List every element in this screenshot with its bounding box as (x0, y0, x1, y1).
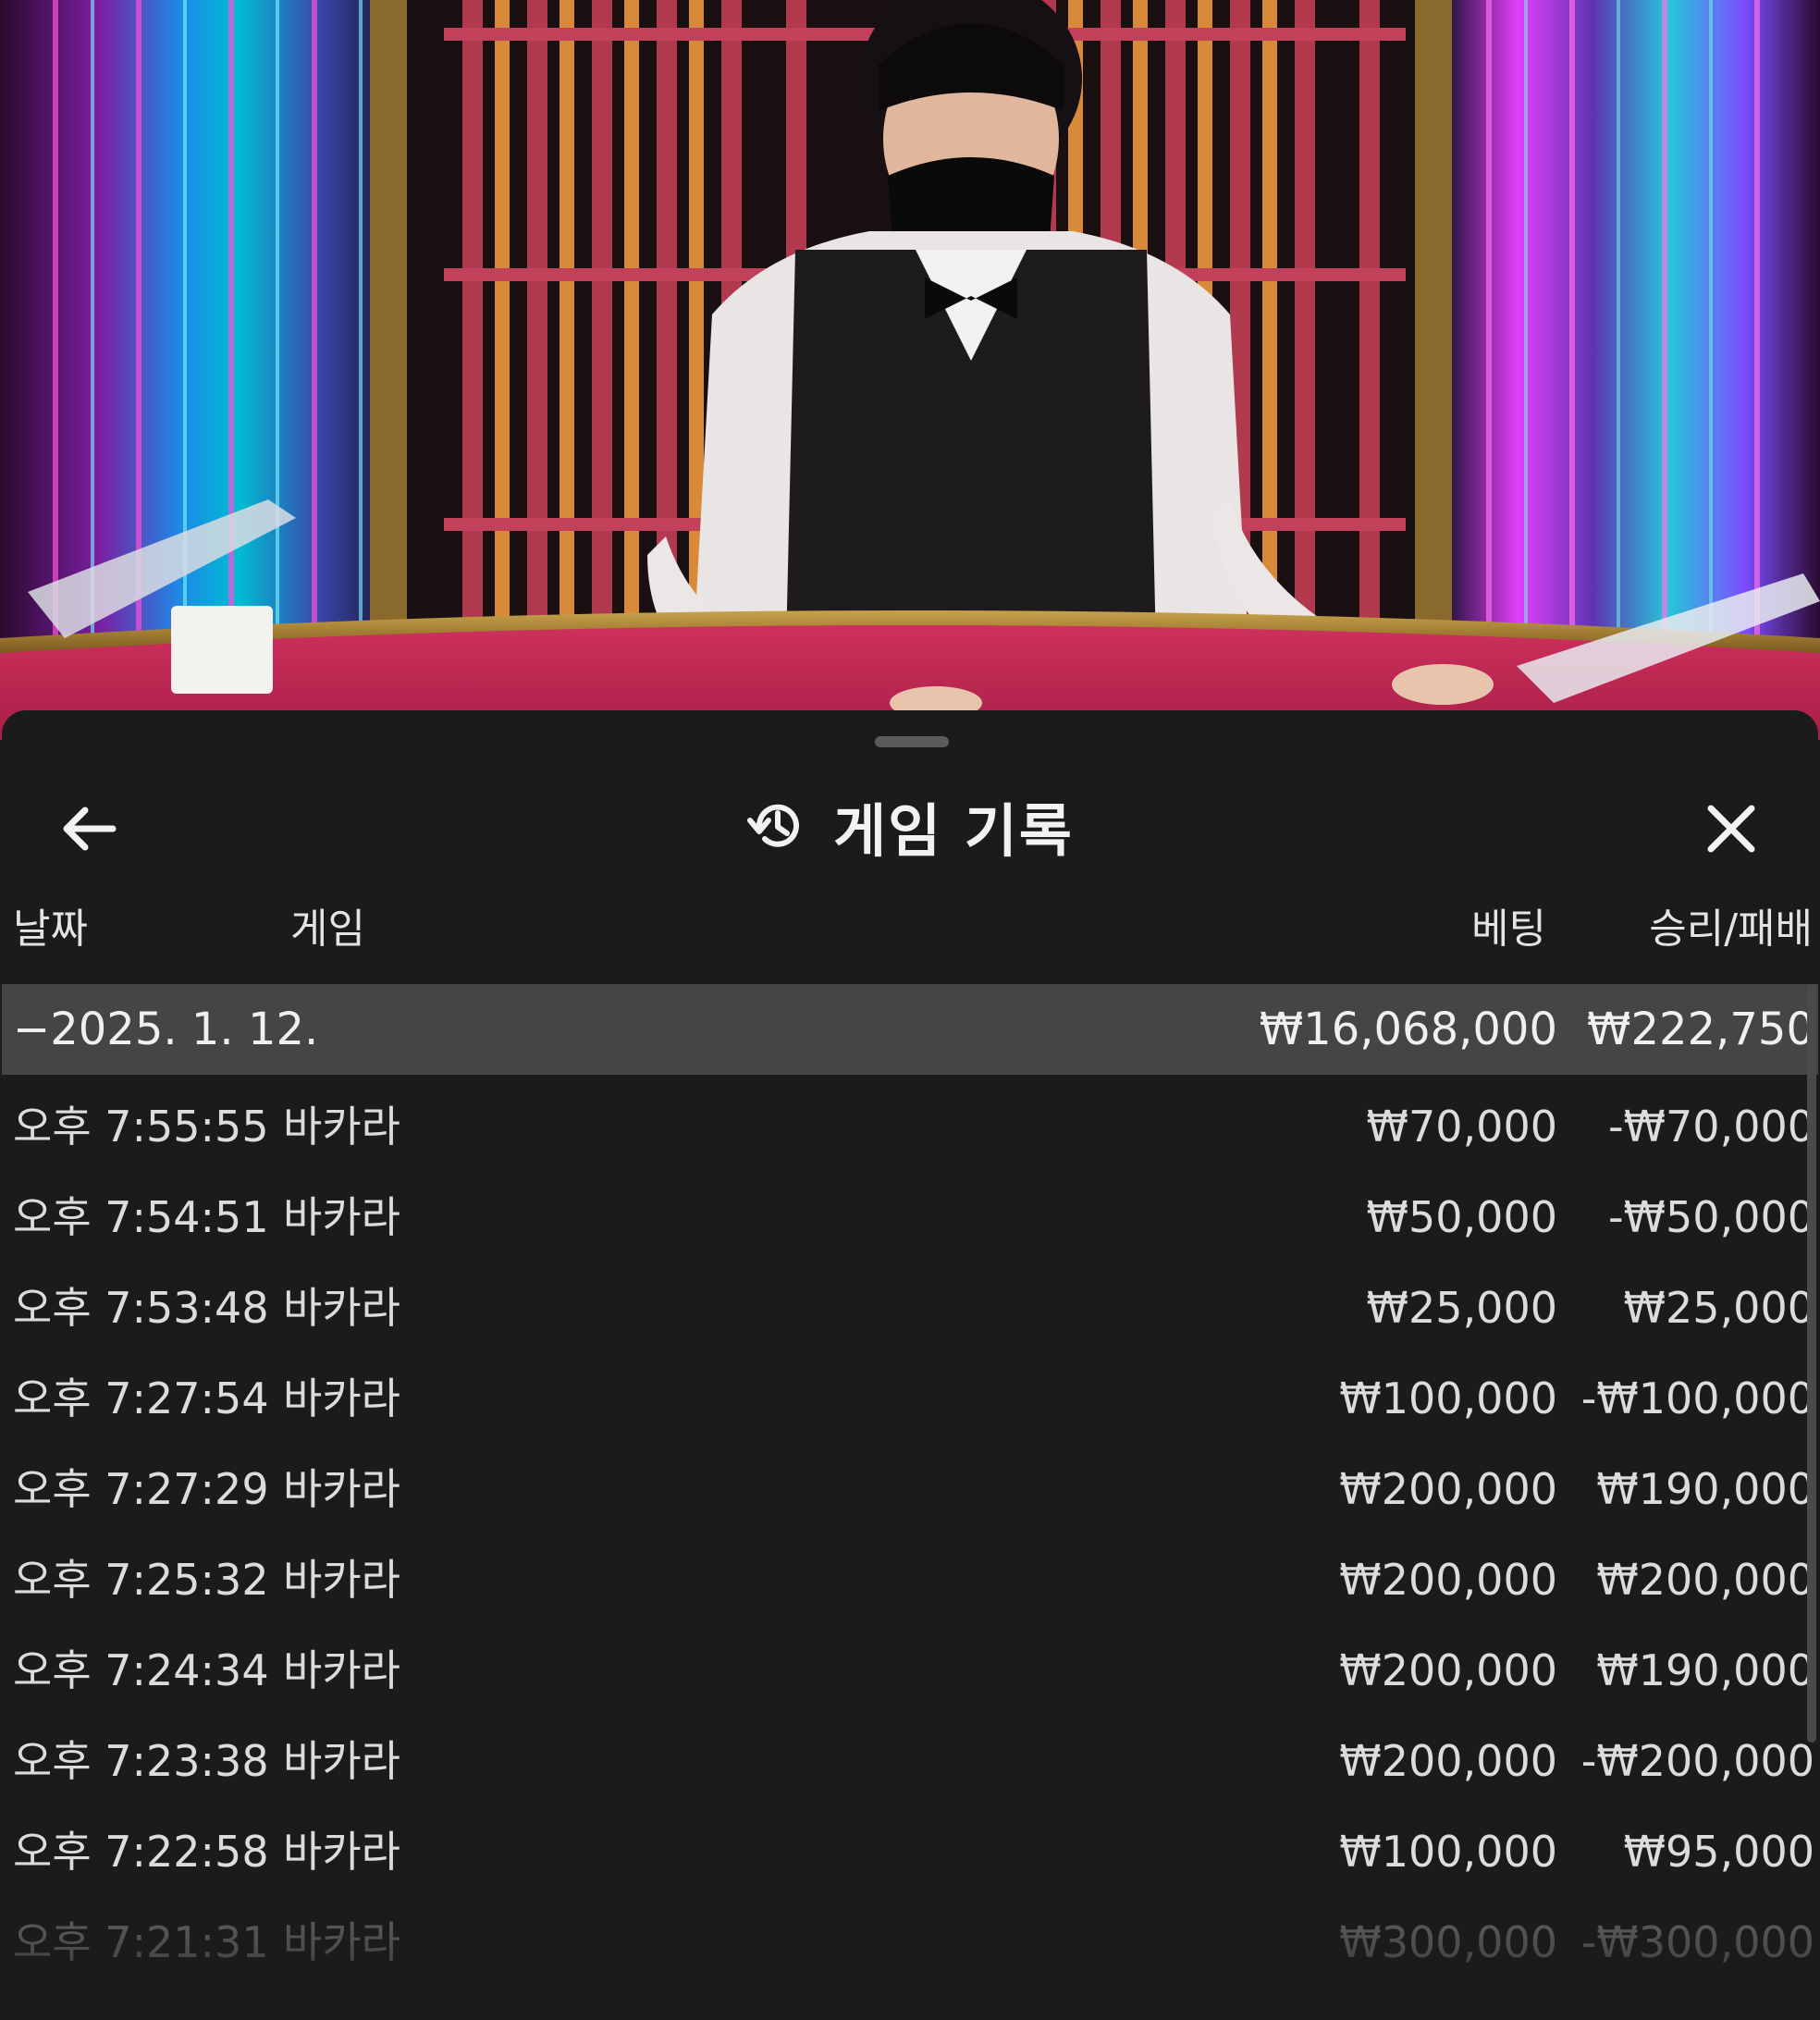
row-time: 오후 7:21:31 (13, 1917, 269, 1967)
row-game: 바카라 (283, 1645, 400, 1695)
row-time: 오후 7:27:54 (13, 1373, 269, 1423)
scrollbar[interactable] (1807, 984, 1816, 1743)
table-row[interactable]: 오후 7:21:31 바카라 ₩300,000 -₩300,000 (2, 1897, 1818, 1988)
table-row[interactable]: 오후 7:24:34 바카라 ₩200,000 ₩190,000 (2, 1625, 1818, 1716)
row-win-loss: ₩190,000 (1596, 1464, 1814, 1514)
row-bet: ₩100,000 (1339, 1827, 1557, 1877)
row-game: 바카라 (283, 1827, 400, 1877)
row-bet: ₩200,000 (1339, 1736, 1557, 1786)
table-row[interactable]: 오후 7:54:51 바카라 ₩50,000 -₩50,000 (2, 1172, 1818, 1262)
date-group-row[interactable]: −2025. 1. 12. ₩16,068,000 ₩222,750 (2, 984, 1818, 1075)
row-game: 바카라 (283, 1192, 400, 1242)
column-header-bet[interactable]: 베팅 (1471, 902, 1546, 957)
title-group: 게임 기록 (2, 766, 1818, 886)
table-row[interactable]: 오후 7:27:29 바카라 ₩200,000 ₩190,000 (2, 1444, 1818, 1534)
group-bet-total: ₩16,068,000 (1259, 1004, 1557, 1055)
row-game: 바카라 (283, 1283, 400, 1333)
row-win-loss: -₩50,000 (1607, 1192, 1814, 1242)
group-date: −2025. 1. 12. (13, 1004, 319, 1055)
row-win-loss: ₩95,000 (1623, 1827, 1814, 1877)
row-bet: ₩300,000 (1339, 1917, 1557, 1967)
row-bet: ₩25,000 (1366, 1283, 1557, 1333)
close-x-icon (1707, 805, 1755, 853)
column-header-date[interactable]: 날짜 (13, 902, 88, 957)
row-bet: ₩70,000 (1366, 1102, 1557, 1152)
row-time: 오후 7:25:32 (13, 1555, 269, 1605)
row-win-loss: -₩300,000 (1580, 1917, 1814, 1967)
row-game: 바카라 (283, 1555, 400, 1605)
row-time: 오후 7:53:48 (13, 1283, 269, 1333)
arrow-left-icon (63, 807, 117, 851)
back-button[interactable] (52, 792, 126, 866)
row-time: 오후 7:22:58 (13, 1827, 269, 1877)
row-time: 오후 7:55:55 (13, 1102, 269, 1152)
live-dealer-video (0, 0, 1820, 740)
history-table: −2025. 1. 12. ₩16,068,000 ₩222,750 오후 7:… (2, 984, 1818, 2020)
table-row[interactable]: 오후 7:55:55 바카라 ₩70,000 -₩70,000 (2, 1081, 1818, 1172)
table-row[interactable]: 오후 7:23:38 바카라 ₩200,000 -₩200,000 (2, 1716, 1818, 1806)
row-bet: ₩50,000 (1366, 1192, 1557, 1242)
row-win-loss: -₩70,000 (1607, 1102, 1814, 1152)
row-win-loss: ₩25,000 (1623, 1283, 1814, 1333)
column-header-win-loss[interactable]: 승리/패배 (1649, 902, 1813, 957)
row-time: 오후 7:27:29 (13, 1464, 269, 1514)
dealer-scene-illustration (0, 0, 1820, 740)
row-win-loss: -₩100,000 (1580, 1373, 1814, 1423)
row-bet: ₩100,000 (1339, 1373, 1557, 1423)
table-row[interactable]: 오후 7:53:48 바카라 ₩25,000 ₩25,000 (2, 1262, 1818, 1353)
row-game: 바카라 (283, 1102, 400, 1152)
game-history-sheet: 게임 기록 날짜 게임 베팅 승리/패배 −2025. 1. 12. ₩16,0… (2, 710, 1818, 2020)
row-bet: ₩200,000 (1339, 1464, 1557, 1514)
table-row[interactable]: 오후 7:25:32 바카라 ₩200,000 ₩200,000 (2, 1534, 1818, 1625)
column-header-game[interactable]: 게임 (290, 902, 365, 957)
sheet-header: 게임 기록 (2, 766, 1818, 886)
row-game: 바카라 (283, 1917, 400, 1967)
row-time: 오후 7:54:51 (13, 1192, 269, 1242)
row-win-loss: -₩200,000 (1580, 1736, 1814, 1786)
row-game: 바카라 (283, 1464, 400, 1514)
page-title: 게임 기록 (833, 797, 1074, 865)
row-win-loss: ₩200,000 (1596, 1555, 1814, 1605)
table-row[interactable]: 오후 7:22:58 바카라 ₩100,000 ₩95,000 (2, 1806, 1818, 1897)
row-win-loss: ₩190,000 (1596, 1645, 1814, 1695)
close-button[interactable] (1694, 792, 1768, 866)
row-time: 오후 7:23:38 (13, 1736, 269, 1786)
row-bet: ₩200,000 (1339, 1555, 1557, 1605)
group-win-total: ₩222,750 (1587, 1004, 1814, 1055)
history-clock-icon (747, 804, 800, 847)
drag-handle[interactable] (875, 736, 949, 747)
row-game: 바카라 (283, 1373, 400, 1423)
row-time: 오후 7:24:34 (13, 1645, 269, 1695)
row-bet: ₩200,000 (1339, 1645, 1557, 1695)
table-row[interactable]: 오후 7:27:54 바카라 ₩100,000 -₩100,000 (2, 1353, 1818, 1444)
row-game: 바카라 (283, 1736, 400, 1786)
